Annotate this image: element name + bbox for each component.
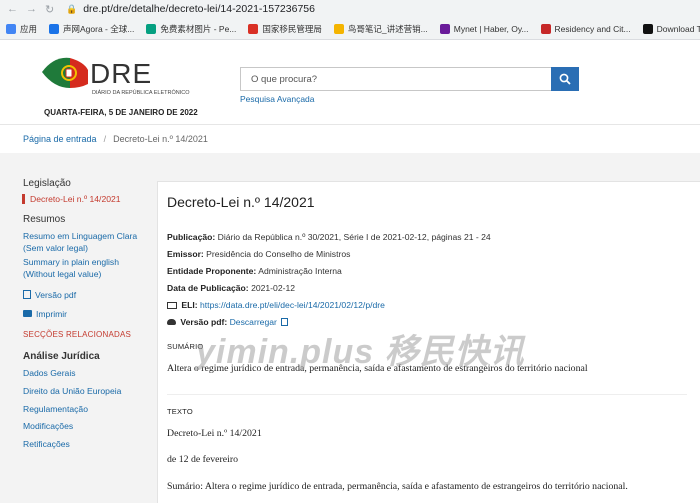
related-sections-link[interactable]: SECÇÕES RELACIONADAS: [23, 330, 131, 339]
breadcrumb-home-link[interactable]: Página de entrada: [23, 134, 97, 144]
logo-subtitle: DIÁRIO DA REPÚBLICA ELETRÓNICO: [92, 90, 190, 96]
eli-link[interactable]: https://data.dre.pt/eli/dec-lei/14/2021/…: [200, 300, 385, 310]
meta-emissor-value: Presidência do Conselho de Ministros: [206, 249, 351, 259]
legal-analysis-link[interactable]: Direito da União Europeia: [23, 385, 121, 397]
meta-publicacao-value: Diário da República n.º 30/2021, Série I…: [217, 232, 491, 242]
sidebar-heading-legislacao: Legislação: [23, 178, 71, 189]
bookmark-favicon-icon: [49, 23, 60, 34]
bookmark-favicon-icon: [642, 23, 653, 34]
pdf-version-label: Versão pdf: [35, 290, 77, 300]
reload-icon[interactable]: ↻: [45, 3, 54, 16]
apps-grid-icon: [6, 23, 16, 34]
bookmark-label: Download TikTok...: [656, 23, 700, 34]
meta-entidade: Entidade Proponente: Administração Inter…: [167, 266, 342, 276]
meta-publicacao-label: Publicação:: [167, 232, 216, 242]
legal-analysis-link[interactable]: Dados Gerais: [23, 367, 76, 379]
meta-emissor: Emissor: Presidência do Conselho de Mini…: [167, 249, 350, 259]
bookmark-item[interactable]: 免费素材图片 - Pe...: [140, 23, 242, 35]
bookmark-label: Residency and Cit...: [554, 23, 631, 34]
bookmark-label: 声网Agora - 全球...: [63, 23, 135, 34]
bookmark-favicon-icon: [146, 23, 157, 34]
bookmark-label: Mynet | Haber, Oy...: [453, 23, 529, 34]
bookmark-favicon-icon: [333, 23, 344, 34]
legal-analysis-link[interactable]: Regulamentação: [23, 403, 88, 415]
texto-heading: TEXTO: [167, 407, 193, 416]
meta-data: Data de Publicação: 2021-02-12: [167, 283, 295, 293]
texto-line-3: Sumário: Altera o regime jurídico de ent…: [167, 481, 628, 492]
legal-analysis-heading: Análise Jurídica: [23, 351, 100, 362]
bookmark-favicon-icon: [248, 23, 259, 34]
bookmark-favicon-icon: [540, 23, 551, 34]
portugal-flag-logo-icon[interactable]: [40, 54, 90, 90]
meta-eli: ELI: https://data.dre.pt/eli/dec-lei/14/…: [167, 300, 385, 310]
back-icon[interactable]: ←: [7, 3, 18, 16]
bookmark-label: 免费素材图片 - Pe...: [160, 23, 237, 34]
bookmarks-bar: 应用 声网Agora - 全球... 免费素材图片 - Pe... 国家移民管理局 鸟哥…: [0, 18, 700, 40]
meta-data-label: Data de Publicação:: [167, 283, 249, 293]
texto-line-2: de 12 de fevereiro: [167, 454, 238, 465]
section-divider: [167, 394, 687, 395]
resumo-pt-link[interactable]: Resumo em Linguagem Clara: [23, 230, 137, 242]
url-field[interactable]: dre.pt/dre/detalhe/decreto-lei/14-2021-1…: [83, 3, 315, 15]
breadcrumb-separator: /: [103, 134, 107, 144]
bookmark-label: 鸟哥笔记_讲述营销...: [347, 23, 428, 34]
resumo-en-link[interactable]: Summary in plain english: [23, 256, 119, 268]
search-input[interactable]: O que procura?: [240, 67, 551, 91]
current-date: QUARTA-FEIRA, 5 DE JANEIRO DE 2022: [44, 108, 198, 117]
bookmark-label: 应用: [20, 23, 38, 34]
bookmark-item[interactable]: Download TikTok...: [637, 23, 700, 34]
pdf-version-link[interactable]: Versão pdf: [23, 289, 76, 301]
bookmark-item[interactable]: 国家移民管理局: [242, 23, 328, 35]
bookmark-item[interactable]: Mynet | Haber, Oy...: [434, 23, 535, 34]
resumo-pt-note[interactable]: (Sem valor legal): [23, 242, 88, 254]
document-title: Decreto-Lei n.º 14/2021: [167, 194, 315, 210]
print-link[interactable]: Imprimir: [23, 308, 67, 320]
advanced-search-link[interactable]: Pesquisa Avançada: [240, 94, 315, 104]
bookmark-item[interactable]: 鸟哥笔记_讲述营销...: [328, 23, 434, 35]
logo-text[interactable]: DRE: [90, 58, 152, 90]
lock-icon[interactable]: 🔒: [66, 4, 77, 15]
legal-analysis-link[interactable]: Retificações: [23, 438, 70, 450]
bookmark-item[interactable]: 应用: [0, 23, 43, 35]
forward-icon[interactable]: →: [26, 3, 37, 16]
monitor-icon: [167, 302, 177, 309]
meta-eli-label: ELI:: [181, 300, 198, 310]
search-button[interactable]: [551, 67, 579, 91]
sidebar: Legislação Decreto-Lei n.º 14/2021 Resum…: [0, 153, 156, 503]
search-icon: [559, 73, 571, 85]
bookmark-item[interactable]: Residency and Cit...: [535, 23, 637, 34]
resumo-en-note[interactable]: (Without legal value): [23, 268, 101, 280]
bookmark-favicon-icon: [439, 23, 450, 34]
meta-emissor-label: Emissor:: [167, 249, 204, 259]
meta-publicacao: Publicação: Diário da República n.º 30/2…: [167, 232, 491, 242]
site-header: DRE DIÁRIO DA REPÚBLICA ELETRÓNICO QUART…: [0, 40, 700, 125]
print-label: Imprimir: [36, 309, 68, 319]
meta-data-value: 2021-02-12: [251, 283, 296, 293]
texto-line-1: Decreto-Lei n.º 14/2021: [167, 428, 262, 439]
sidebar-item-active[interactable]: Decreto-Lei n.º 14/2021: [22, 194, 121, 204]
legal-analysis-link[interactable]: Modificações: [23, 420, 73, 432]
bookmark-label: 国家移民管理局: [262, 23, 322, 34]
breadcrumb-current: Decreto-Lei n.º 14/2021: [113, 134, 208, 144]
cloud-download-icon: [167, 319, 176, 325]
browser-address-bar: ← → ↻ 🔒 dre.pt/dre/detalhe/decreto-lei/1…: [0, 0, 700, 18]
pdf-file-icon: [23, 290, 31, 299]
meta-entidade-value: Administração Interna: [258, 266, 342, 276]
bookmark-item[interactable]: 声网Agora - 全球...: [43, 23, 140, 35]
watermark-overlay: yimin.plus 移民快讯: [196, 333, 525, 371]
sidebar-heading-resumos: Resumos: [23, 214, 66, 225]
printer-icon: [23, 310, 32, 317]
meta-entidade-label: Entidade Proponente:: [167, 266, 257, 276]
breadcrumb: Página de entrada / Decreto-Lei n.º 14/2…: [0, 125, 700, 153]
browser-nav-buttons: ← → ↻: [0, 3, 66, 16]
